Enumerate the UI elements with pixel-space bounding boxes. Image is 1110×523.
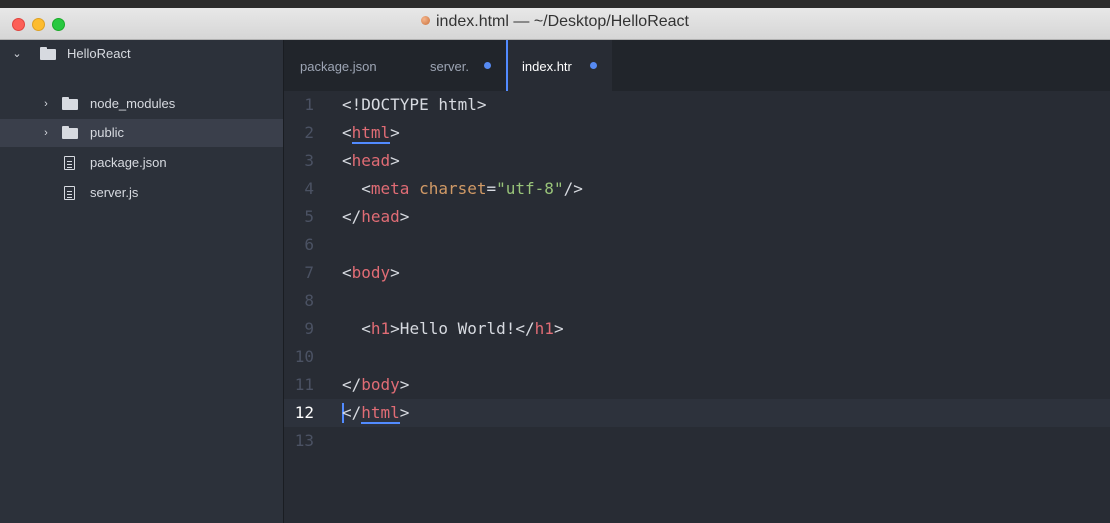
line-number: 7 [304, 263, 314, 282]
code-editor[interactable]: 1 <!DOCTYPE html> 2 <html> 3 <head> 4 <m… [284, 91, 1110, 523]
chevron-down-icon[interactable]: ⌄ [12, 40, 22, 68]
line-code: <meta charset="utf-8"/> [361, 179, 583, 198]
line-number: 11 [294, 375, 314, 394]
tree-item-node-modules[interactable]: › node_modules [0, 90, 283, 118]
line-number: 12 [294, 403, 314, 422]
line-number: 5 [304, 207, 314, 226]
tree-item-label: package.json [90, 155, 167, 170]
html-file-icon [421, 16, 430, 26]
code-line: 1 <!DOCTYPE html> [284, 91, 1110, 119]
code-line: 7 <body> [284, 259, 1110, 287]
tree-view: ⌄ HelloReact › node_modules › public pac… [0, 40, 284, 523]
tab-label: server. [430, 59, 470, 74]
code-line: 2 <html> [284, 119, 1110, 147]
line-number: 9 [304, 319, 314, 338]
project-root[interactable]: ⌄ HelloReact [0, 40, 283, 68]
code-line-current: 12 </html> [284, 399, 1110, 427]
line-code: <h1>Hello World!</h1> [361, 319, 564, 338]
tree-item-label: server.js [90, 185, 139, 200]
editor-window: index.html — ~/Desktop/HelloReact ⌄ Hell… [0, 0, 1110, 523]
folder-icon [40, 47, 56, 60]
code-line: 3 <head> [284, 147, 1110, 175]
code-line: 10 [284, 343, 1110, 371]
tree-item-server-js[interactable]: server.js [0, 179, 283, 207]
code-line: 6 [284, 231, 1110, 259]
tab-server-js[interactable]: server. [404, 40, 506, 91]
modified-dot-icon [590, 62, 597, 69]
line-number: 3 [304, 151, 314, 170]
code-line: 5 </head> [284, 203, 1110, 231]
title-bar-top-strip [0, 0, 1110, 8]
file-text-icon [64, 156, 75, 170]
line-code: <head> [342, 151, 400, 170]
line-code: <body> [342, 263, 400, 282]
folder-icon [62, 126, 78, 139]
line-number: 2 [304, 123, 314, 142]
tree-item-label: node_modules [90, 96, 176, 111]
line-code: </body> [342, 375, 410, 394]
line-number: 13 [294, 431, 314, 450]
line-number: 10 [294, 347, 314, 366]
tab-label: index.htr [522, 59, 572, 74]
chevron-right-icon[interactable]: › [41, 119, 51, 147]
line-code: <!DOCTYPE html> [342, 95, 487, 114]
project-name: HelloReact [67, 46, 131, 61]
tree-item-label: public [90, 125, 124, 140]
chevron-right-icon[interactable]: › [41, 90, 51, 118]
tree-item-package-json[interactable]: package.json [0, 149, 283, 177]
code-line: 13 [284, 427, 1110, 455]
title-bar: index.html — ~/Desktop/HelloReact [0, 0, 1110, 40]
tab-package-json[interactable]: package.json [284, 40, 404, 91]
line-number: 8 [304, 291, 314, 310]
window-title: index.html — ~/Desktop/HelloReact [436, 13, 689, 30]
html-open-tag: html [351, 123, 391, 144]
file-text-icon [64, 186, 75, 200]
html-close-tag: html [361, 403, 400, 424]
line-number: 4 [304, 179, 314, 198]
code-line: 8 [284, 287, 1110, 315]
tab-bar: package.json server. index.htr [284, 40, 1110, 91]
line-number: 6 [304, 235, 314, 254]
modified-dot-icon [484, 62, 491, 69]
tree-item-public[interactable]: › public [0, 119, 283, 147]
code-line: 4 <meta charset="utf-8"/> [284, 175, 1110, 203]
window-title-wrap: index.html — ~/Desktop/HelloReact [0, 13, 1110, 31]
line-code: <html> [342, 123, 400, 144]
folder-icon [62, 97, 78, 110]
line-code: </head> [342, 207, 410, 226]
code-line: 11 </body> [284, 371, 1110, 399]
line-number: 1 [304, 95, 314, 114]
tab-label: package.json [300, 59, 377, 74]
code-line: 9 <h1>Hello World!</h1> [284, 315, 1110, 343]
tab-index-html[interactable]: index.htr [506, 40, 612, 91]
line-code: </html> [342, 403, 410, 424]
